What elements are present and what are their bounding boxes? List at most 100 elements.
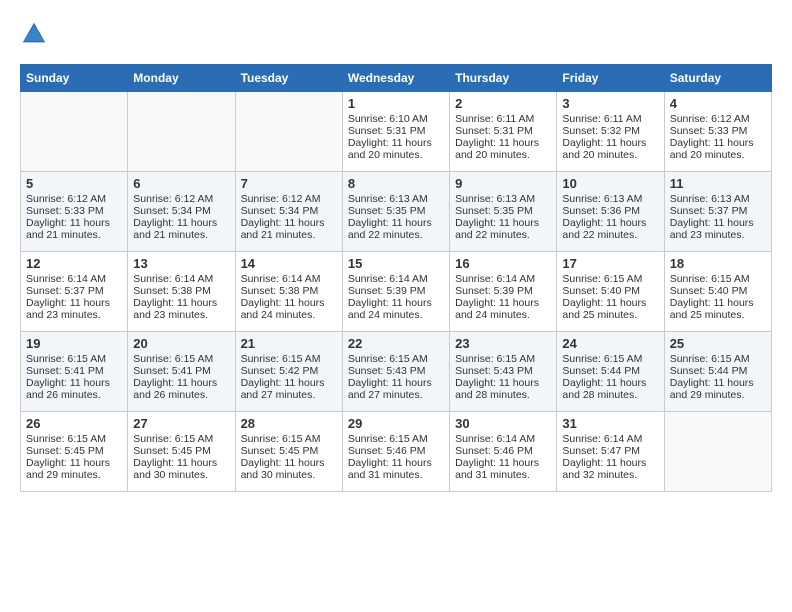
calendar-cell: 5Sunrise: 6:12 AMSunset: 5:33 PMDaylight… xyxy=(21,172,128,252)
calendar-table: Sunday Monday Tuesday Wednesday Thursday… xyxy=(20,64,772,492)
sunset-text: Sunset: 5:38 PM xyxy=(133,285,211,297)
calendar-cell: 18 Sunrise: 6:15 AMSunset: 5:40 PMDayligh… xyxy=(664,252,771,332)
day-number: 8 xyxy=(348,176,444,191)
sunset-text: Sunset: 5:36 PM xyxy=(562,205,640,217)
calendar-cell: 8Sunrise: 6:13 AMSunset: 5:35 PMDaylight… xyxy=(342,172,449,252)
page-header xyxy=(20,20,772,48)
sunset-text: Sunset: 5:43 PM xyxy=(455,365,533,377)
col-saturday: Saturday xyxy=(664,65,771,92)
daylight-text: Daylight: 11 hours and 24 minutes. xyxy=(455,297,539,321)
day-number: 14 xyxy=(241,256,337,271)
header-row: Sunday Monday Tuesday Wednesday Thursday… xyxy=(21,65,772,92)
sunrise-text: Sunrise: 6:15 AM xyxy=(133,353,213,365)
sunrise-text: Sunrise: 6:11 AM xyxy=(562,113,641,125)
sunrise-text: Sunrise: 6:14 AM xyxy=(241,273,321,285)
calendar-cell: 27Sunrise: 6:15 AMSunset: 5:45 PMDayligh… xyxy=(128,412,235,492)
sunset-text: Sunset: 5:35 PM xyxy=(348,205,426,217)
calendar-cell: 1Sunrise: 6:10 AMSunset: 5:31 PMDaylight… xyxy=(342,92,449,172)
daylight-text: Daylight: 11 hours and 27 minutes. xyxy=(348,377,432,401)
sunrise-text: Sunrise: 6:11 AM xyxy=(455,113,534,125)
sunset-text: Sunset: 5:42 PM xyxy=(241,365,319,377)
day-number: 27 xyxy=(133,416,229,431)
sunset-text: Sunset: 5:34 PM xyxy=(133,205,211,217)
sunrise-text: Sunrise: 6:15 AM xyxy=(562,273,642,285)
daylight-text: Daylight: 11 hours and 23 minutes. xyxy=(670,217,754,241)
sunrise-text: Sunrise: 6:13 AM xyxy=(348,193,428,205)
calendar-cell: 24Sunrise: 6:15 AMSunset: 5:44 PMDayligh… xyxy=(557,332,664,412)
calendar-cell: 12Sunrise: 6:14 AMSunset: 5:37 PMDayligh… xyxy=(21,252,128,332)
logo xyxy=(20,20,52,48)
day-number: 2 xyxy=(455,96,551,111)
calendar-cell: 14Sunrise: 6:14 AMSunset: 5:38 PMDayligh… xyxy=(235,252,342,332)
sunrise-text: Sunrise: 6:15 AM xyxy=(348,433,428,445)
calendar-cell xyxy=(235,92,342,172)
week-row-4: 19Sunrise: 6:15 AMSunset: 5:41 PMDayligh… xyxy=(21,332,772,412)
sunset-text: Sunset: 5:40 PM xyxy=(670,285,748,297)
daylight-text: Daylight: 11 hours and 27 minutes. xyxy=(241,377,325,401)
week-row-2: 5Sunrise: 6:12 AMSunset: 5:33 PMDaylight… xyxy=(21,172,772,252)
week-row-5: 26Sunrise: 6:15 AMSunset: 5:45 PMDayligh… xyxy=(21,412,772,492)
sunrise-text: Sunrise: 6:12 AM xyxy=(133,193,213,205)
day-number: 17 xyxy=(562,256,658,271)
col-thursday: Thursday xyxy=(450,65,557,92)
sunrise-text: Sunrise: 6:13 AM xyxy=(455,193,535,205)
day-number: 1 xyxy=(348,96,444,111)
sunset-text: Sunset: 5:46 PM xyxy=(348,445,426,457)
daylight-text: Daylight: 11 hours and 22 minutes. xyxy=(562,217,646,241)
sunrise-text: Sunrise: 6:15 AM xyxy=(562,353,642,365)
calendar-cell xyxy=(664,412,771,492)
calendar-cell: 25Sunrise: 6:15 AMSunset: 5:44 PMDayligh… xyxy=(664,332,771,412)
daylight-text: Daylight: 11 hours and 20 minutes. xyxy=(562,137,646,161)
calendar-cell: 30Sunrise: 6:14 AMSunset: 5:46 PMDayligh… xyxy=(450,412,557,492)
daylight-text: Daylight: 11 hours and 26 minutes. xyxy=(26,377,110,401)
col-sunday: Sunday xyxy=(21,65,128,92)
day-number: 13 xyxy=(133,256,229,271)
day-number: 26 xyxy=(26,416,122,431)
sunset-text: Sunset: 5:32 PM xyxy=(562,125,640,137)
daylight-text: Daylight: 11 hours and 24 minutes. xyxy=(241,297,325,321)
sunrise-text: Sunrise: 6:15 AM xyxy=(26,433,106,445)
sunrise-text: Sunrise: 6:13 AM xyxy=(670,193,750,205)
day-number: 6 xyxy=(133,176,229,191)
sunrise-text: Sunrise: 6:15 AM xyxy=(670,273,750,285)
daylight-text: Daylight: 11 hours and 24 minutes. xyxy=(348,297,432,321)
daylight-text: Daylight: 11 hours and 21 minutes. xyxy=(133,217,217,241)
calendar-cell: 31Sunrise: 6:14 AMSunset: 5:47 PMDayligh… xyxy=(557,412,664,492)
calendar-cell xyxy=(21,92,128,172)
calendar-cell: 17Sunrise: 6:15 AMSunset: 5:40 PMDayligh… xyxy=(557,252,664,332)
daylight-text: Daylight: 11 hours and 25 minutes. xyxy=(670,297,754,321)
day-number: 7 xyxy=(241,176,337,191)
sunset-text: Sunset: 5:45 PM xyxy=(241,445,319,457)
sunrise-text: Sunrise: 6:14 AM xyxy=(348,273,428,285)
day-number: 24 xyxy=(562,336,658,351)
sunset-text: Sunset: 5:44 PM xyxy=(562,365,640,377)
calendar-cell: 15Sunrise: 6:14 AMSunset: 5:39 PMDayligh… xyxy=(342,252,449,332)
sunrise-text: Sunrise: 6:13 AM xyxy=(562,193,642,205)
daylight-text: Daylight: 11 hours and 29 minutes. xyxy=(26,457,110,481)
sunset-text: Sunset: 5:44 PM xyxy=(670,365,748,377)
sunset-text: Sunset: 5:45 PM xyxy=(133,445,211,457)
week-row-1: 1Sunrise: 6:10 AMSunset: 5:31 PMDaylight… xyxy=(21,92,772,172)
daylight-text: Daylight: 11 hours and 30 minutes. xyxy=(133,457,217,481)
sunset-text: Sunset: 5:37 PM xyxy=(26,285,104,297)
sunrise-text: Sunrise: 6:14 AM xyxy=(562,433,642,445)
day-number: 18 xyxy=(670,256,766,271)
daylight-text: Daylight: 11 hours and 31 minutes. xyxy=(455,457,539,481)
calendar-cell: 4Sunrise: 6:12 AMSunset: 5:33 PMDaylight… xyxy=(664,92,771,172)
sunset-text: Sunset: 5:37 PM xyxy=(670,205,748,217)
sunrise-text: Sunrise: 6:15 AM xyxy=(26,353,106,365)
daylight-text: Daylight: 11 hours and 23 minutes. xyxy=(133,297,217,321)
day-number: 28 xyxy=(241,416,337,431)
calendar-cell: 21Sunrise: 6:15 AMSunset: 5:42 PMDayligh… xyxy=(235,332,342,412)
sunset-text: Sunset: 5:40 PM xyxy=(562,285,640,297)
sunrise-text: Sunrise: 6:15 AM xyxy=(241,433,321,445)
sunset-text: Sunset: 5:46 PM xyxy=(455,445,533,457)
logo-icon xyxy=(20,20,48,48)
daylight-text: Daylight: 11 hours and 23 minutes. xyxy=(26,297,110,321)
day-number: 16 xyxy=(455,256,551,271)
daylight-text: Daylight: 11 hours and 29 minutes. xyxy=(670,377,754,401)
day-number: 30 xyxy=(455,416,551,431)
daylight-text: Daylight: 11 hours and 22 minutes. xyxy=(455,217,539,241)
calendar-cell: 16Sunrise: 6:14 AMSunset: 5:39 PMDayligh… xyxy=(450,252,557,332)
daylight-text: Daylight: 11 hours and 26 minutes. xyxy=(133,377,217,401)
